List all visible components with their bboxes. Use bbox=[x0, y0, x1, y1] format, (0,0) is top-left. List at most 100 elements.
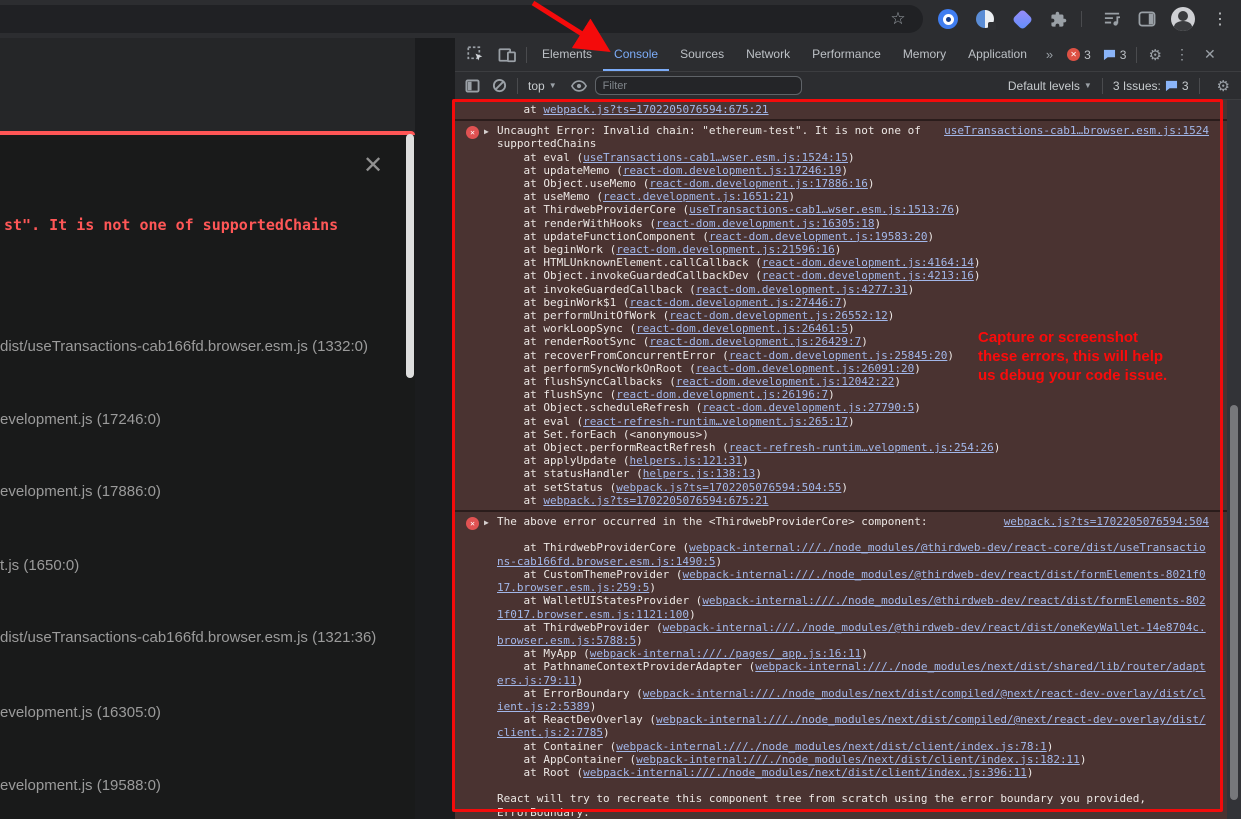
stack-frame-link[interactable]: react-dom.development.js:21596:16 bbox=[616, 243, 835, 256]
console-sidebar-toggle-icon[interactable] bbox=[465, 79, 480, 93]
device-toolbar-icon[interactable] bbox=[498, 47, 516, 63]
expand-arrow-icon[interactable]: ▶ bbox=[484, 125, 489, 138]
context-selector[interactable]: top▼ bbox=[528, 79, 557, 93]
stack-frame-link[interactable]: react-dom.development.js:26552:12 bbox=[669, 309, 888, 322]
stack-frame-line: at useMemo (react.development.js:1651:21… bbox=[497, 190, 1209, 203]
source-location-link[interactable]: webpack.js?ts=1702205076594:504 bbox=[1004, 515, 1209, 528]
address-bar[interactable] bbox=[0, 5, 923, 33]
source-location-link[interactable]: useTransactions-cab1…browser.esm.js:1524 bbox=[944, 124, 1209, 137]
stack-frame-link[interactable]: webpack-internal:///./node_modules/next/… bbox=[636, 753, 1080, 766]
toolbar-divider bbox=[1102, 78, 1103, 94]
stack-frame-line: ErrorBoundary. bbox=[497, 806, 1209, 819]
error-circle-icon: ✕ bbox=[1067, 48, 1080, 61]
profile-avatar[interactable] bbox=[1171, 7, 1195, 31]
error-count-badge[interactable]: ✕ 3 bbox=[1067, 48, 1091, 62]
stack-frame-link[interactable]: useTransactions-cab1…wser.esm.js:1513:76 bbox=[689, 203, 954, 216]
stack-frame-link[interactable]: react-refresh-runtim…velopment.js:254:26 bbox=[729, 441, 994, 454]
stack-frame-link[interactable]: webpack.js?ts=1702205076594:675:21 bbox=[543, 494, 768, 507]
stack-frame-link[interactable]: webpack-internal:///./node_modules/@thir… bbox=[497, 621, 1206, 647]
stack-frame-link[interactable]: webpack-internal:///./node_modules/@thir… bbox=[497, 541, 1206, 567]
stack-frame-link[interactable]: webpack.js?ts=1702205076594:504:55 bbox=[616, 481, 841, 494]
devtools-settings-gear-icon[interactable]: ⚙ bbox=[1141, 46, 1168, 64]
console-scrollbar-thumb[interactable] bbox=[1230, 405, 1238, 800]
stack-frame-line: at beginWork$1 (react-dom.development.js… bbox=[497, 296, 1209, 309]
stack-frame-link[interactable]: react-dom.development.js:19583:20 bbox=[709, 230, 928, 243]
extension-blue-circle-icon[interactable] bbox=[936, 7, 960, 31]
console-filter-input[interactable] bbox=[595, 76, 803, 95]
extension-diamond-icon[interactable] bbox=[1010, 7, 1034, 31]
tab-network[interactable]: Network bbox=[735, 38, 801, 71]
stack-frame-line: at eval (react-refresh-runtim…velopment.… bbox=[497, 415, 1209, 428]
browser-menu-kebab-icon[interactable]: ⋮ bbox=[1208, 7, 1232, 31]
stack-frame-link[interactable]: react-dom.development.js:25845:20 bbox=[729, 349, 948, 362]
dialog-frame-path: evelopment.js (17246:0) bbox=[0, 411, 161, 428]
tab-performance[interactable]: Performance bbox=[801, 38, 892, 71]
stack-frame-link[interactable]: webpack-internal:///./node_modules/@thir… bbox=[497, 568, 1206, 594]
stack-frame-link[interactable]: webpack-internal:///./node_modules/next/… bbox=[497, 660, 1206, 686]
stack-frame-link[interactable]: react-dom.development.js:17886:16 bbox=[649, 177, 868, 190]
stack-frame-line: at ErrorBoundary (webpack-internal:///./… bbox=[497, 687, 1209, 713]
issues-bubble-icon bbox=[1165, 80, 1178, 92]
stack-frame-link[interactable]: react-dom.development.js:16305:18 bbox=[656, 217, 875, 230]
dialog-scrollbar-thumb[interactable] bbox=[406, 134, 414, 378]
default-levels-dropdown[interactable]: Default levels▼ bbox=[1008, 79, 1092, 93]
tab-memory[interactable]: Memory bbox=[892, 38, 957, 71]
stack-frame-link[interactable]: react-dom.development.js:17246:19 bbox=[623, 164, 842, 177]
stack-frame-link[interactable]: useTransactions-cab1…wser.esm.js:1524:15 bbox=[583, 151, 848, 164]
stack-frame-link[interactable]: react-dom.development.js:27790:5 bbox=[702, 401, 914, 414]
media-controls-icon[interactable] bbox=[1100, 7, 1124, 31]
console-toolbar: top▼ Default levels▼ 3 Issues: 3 ⚙ bbox=[455, 72, 1241, 100]
dialog-close-icon[interactable]: ✕ bbox=[360, 153, 386, 179]
stack-frame-line: at statusHandler (helpers.js:138:13) bbox=[497, 467, 1209, 480]
tab-sources[interactable]: Sources bbox=[669, 38, 735, 71]
stack-frame-line: at Root (webpack-internal:///./node_modu… bbox=[497, 766, 1209, 779]
message-count-badge[interactable]: 3 bbox=[1103, 48, 1127, 62]
more-tabs-chevron[interactable]: » bbox=[1038, 47, 1061, 62]
dialog-frame-path: t.js (1650:0) bbox=[0, 557, 79, 574]
stack-frame-link[interactable]: react.development.js:1651:21 bbox=[603, 190, 788, 203]
stack-frame-link[interactable]: helpers.js:138:13 bbox=[643, 467, 756, 480]
stack-frame-line bbox=[497, 779, 1209, 792]
tab-elements[interactable]: Elements bbox=[531, 38, 603, 71]
stack-trace: at ThirdwebProviderCore (webpack-interna… bbox=[497, 528, 1209, 818]
live-expression-eye-icon[interactable] bbox=[571, 80, 587, 92]
stack-frame-line: at PathnameContextProviderAdapter (webpa… bbox=[497, 660, 1209, 686]
stack-frame-line: at applyUpdate (helpers.js:121:31) bbox=[497, 454, 1209, 467]
bookmark-star-icon[interactable]: ☆ bbox=[886, 7, 910, 31]
stack-frame-link[interactable]: webpack-internal:///./node_modules/next/… bbox=[616, 740, 1046, 753]
stack-frame-line: at renderRootSync (react-dom.development… bbox=[497, 335, 1209, 348]
stack-frame-link[interactable]: webpack-internal:///./pages/_app.js:16:1… bbox=[590, 647, 862, 660]
devtools-menu-kebab-icon[interactable]: ⋮ bbox=[1169, 46, 1195, 63]
extensions-puzzle-icon[interactable] bbox=[1046, 7, 1070, 31]
inspect-element-icon[interactable] bbox=[467, 46, 484, 63]
stack-frame-link[interactable]: react-dom.development.js:27446:7 bbox=[629, 296, 841, 309]
dialog-frame-path: evelopment.js (19588:0) bbox=[0, 777, 161, 794]
stack-frame-link[interactable]: react-dom.development.js:26196:7 bbox=[616, 388, 828, 401]
stack-trace: at webpack.js?ts=1702205076594:675:21 bbox=[497, 103, 1209, 116]
stack-frame-link[interactable]: react-dom.development.js:26461:5 bbox=[636, 322, 848, 335]
stack-frame-link[interactable]: react-dom.development.js:26091:20 bbox=[696, 362, 915, 375]
stack-frame-link[interactable]: webpack-internal:///./node_modules/@thir… bbox=[497, 594, 1206, 620]
dialog-frame-path: dist/useTransactions-cab166fd.browser.es… bbox=[0, 629, 376, 646]
stack-frame-link[interactable]: webpack-internal:///./node_modules/next/… bbox=[497, 687, 1206, 713]
side-panel-icon[interactable] bbox=[1135, 7, 1159, 31]
devtools-close-icon[interactable]: ✕ bbox=[1195, 46, 1225, 63]
extension-clock-icon[interactable] bbox=[973, 7, 997, 31]
stack-frame-line: at eval (useTransactions-cab1…wser.esm.j… bbox=[497, 151, 1209, 164]
stack-frame-link[interactable]: webpack-internal:///./node_modules/next/… bbox=[497, 713, 1206, 739]
stack-frame-link[interactable]: webpack.js?ts=1702205076594:675:21 bbox=[543, 103, 768, 116]
tab-console[interactable]: Console bbox=[603, 38, 669, 71]
clear-console-icon[interactable] bbox=[492, 78, 507, 93]
stack-frame-link[interactable]: react-refresh-runtim…velopment.js:265:17 bbox=[583, 415, 848, 428]
stack-frame-link[interactable]: react-dom.development.js:4164:14 bbox=[762, 256, 974, 269]
stack-frame-link[interactable]: react-dom.development.js:26429:7 bbox=[649, 335, 861, 348]
tab-application[interactable]: Application bbox=[957, 38, 1038, 71]
console-settings-gear-icon[interactable]: ⚙ bbox=[1210, 77, 1237, 95]
stack-frame-link[interactable]: helpers.js:121:31 bbox=[629, 454, 742, 467]
issues-counter[interactable]: 3 Issues: 3 bbox=[1113, 79, 1189, 93]
stack-frame-link[interactable]: react-dom.development.js:12042:22 bbox=[676, 375, 895, 388]
stack-frame-link[interactable]: react-dom.development.js:4277:31 bbox=[696, 283, 908, 296]
expand-arrow-icon[interactable]: ▶ bbox=[484, 516, 489, 529]
stack-frame-link[interactable]: react-dom.development.js:4213:16 bbox=[762, 269, 974, 282]
stack-frame-link[interactable]: webpack-internal:///./node_modules/next/… bbox=[583, 766, 1027, 779]
